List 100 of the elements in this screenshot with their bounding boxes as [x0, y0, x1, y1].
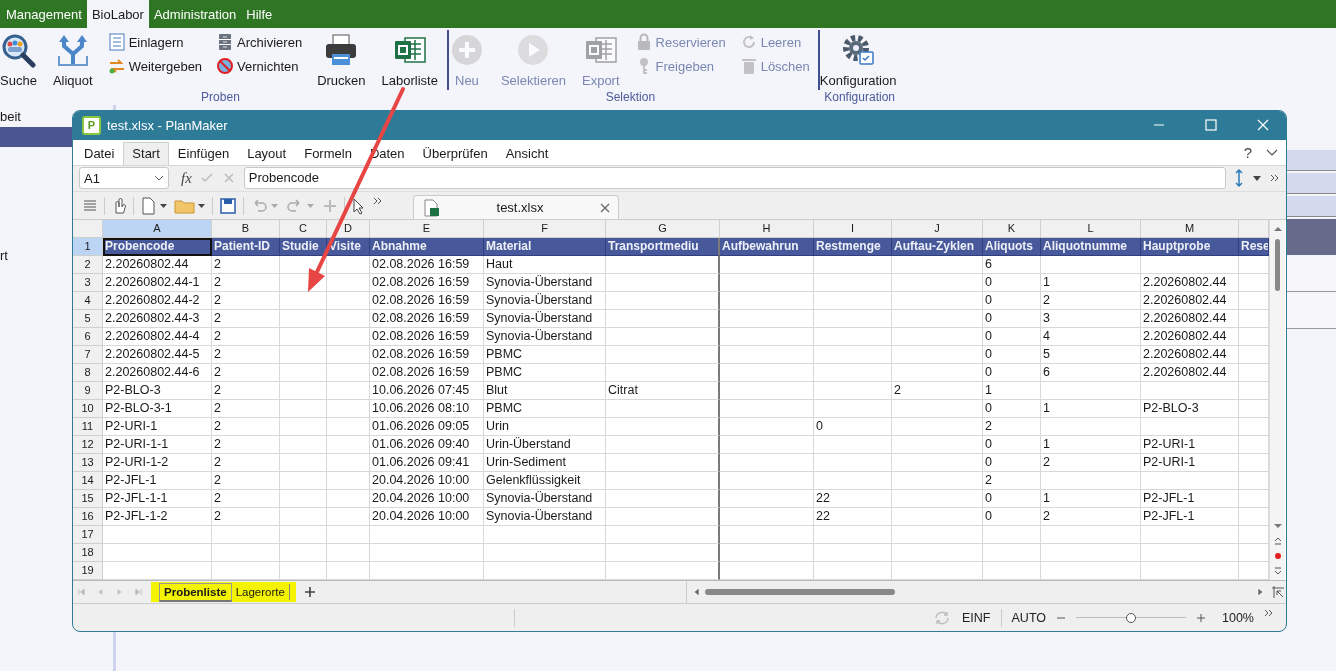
ribbon-button[interactable]: Weitergeben [105, 56, 205, 76]
row-number[interactable]: 7 [73, 346, 103, 365]
sheet-tab[interactable]: Probenliste [159, 582, 232, 602]
row-number[interactable]: 17 [73, 526, 103, 545]
ribbon-button[interactable]: Drucken [314, 30, 369, 88]
row-number[interactable]: 9 [73, 382, 103, 401]
function-button[interactable]: fx [181, 170, 192, 187]
column-title: Probencode [103, 238, 212, 257]
table-cell [327, 454, 370, 473]
new-document-icon[interactable] [140, 196, 168, 215]
row-number[interactable]: 5 [73, 310, 103, 329]
row-number[interactable]: 6 [73, 328, 103, 347]
scroll-right-icon[interactable] [1256, 588, 1264, 597]
table-cell: 20.04.2026 10:00 [370, 508, 484, 527]
table-cell: P2-URI-1-2 [103, 454, 212, 473]
row-number[interactable]: 14 [73, 472, 103, 491]
split-view-icon[interactable] [1271, 585, 1285, 600]
column-header[interactable]: J [892, 220, 983, 239]
ribbon-button[interactable]: Konfiguration [819, 30, 900, 88]
ribbon-button[interactable]: Suche [0, 30, 40, 88]
column-header[interactable]: K [983, 220, 1041, 239]
more-icon[interactable] [373, 196, 383, 207]
page-up-icon[interactable] [1272, 536, 1283, 547]
close-icon[interactable] [600, 202, 610, 213]
help-button[interactable]: ? [1243, 143, 1252, 161]
menu-tab[interactable]: Einfügen [168, 141, 239, 165]
maximize-icon[interactable] [1205, 119, 1217, 132]
table-cell: 2 [212, 346, 280, 365]
menu-tab[interactable]: Hilfe [241, 0, 278, 28]
scroll-left-icon[interactable] [692, 588, 701, 597]
zoom-in-icon[interactable] [1196, 612, 1206, 623]
row-number[interactable]: 12 [73, 436, 103, 455]
document-tab[interactable]: test.xlsx [413, 195, 619, 220]
row-number[interactable]: 15 [73, 490, 103, 509]
sidebar-item[interactable]: beit [0, 108, 72, 126]
column-header[interactable]: G [606, 220, 720, 239]
row-number[interactable]: 2 [73, 256, 103, 275]
sheet-tab[interactable]: Lagerorte [231, 584, 290, 601]
menu-tab[interactable]: Administration [148, 0, 242, 28]
table-cell: Synovia-Überstand [484, 310, 606, 329]
add-sheet-icon[interactable] [303, 586, 316, 599]
save-icon[interactable] [219, 196, 237, 215]
row-number[interactable]: 3 [73, 274, 103, 293]
row-number[interactable]: 11 [73, 418, 103, 437]
column-header[interactable]: A [103, 220, 212, 239]
menu-tab[interactable]: Datei [75, 141, 124, 165]
table-cell: 6 [983, 256, 1041, 275]
zoom-level[interactable]: 100% [1222, 610, 1254, 625]
column-header[interactable]: C [280, 220, 327, 239]
expand-arrows-icon[interactable] [1234, 168, 1244, 189]
menu-tab[interactable]: Überprüfen [413, 141, 497, 165]
table-cell: 0 [983, 454, 1041, 473]
ribbon-button[interactable]: Archivieren [214, 32, 305, 52]
ribbon-button[interactable]: Vernichten [214, 56, 305, 76]
insert-mode[interactable]: EINF [962, 610, 991, 625]
cell-reference-field[interactable]: A1 [79, 167, 169, 190]
menu-tab[interactable]: Ansicht [496, 141, 558, 165]
row-number[interactable]: 16 [73, 508, 103, 527]
menu-tab[interactable]: Management [1, 0, 87, 28]
menu-icon[interactable] [82, 197, 98, 214]
column-header[interactable]: B [212, 220, 280, 239]
column-header[interactable]: E [370, 220, 484, 239]
record-icon[interactable] [1272, 551, 1283, 562]
ribbon-button[interactable]: Laborliste [378, 30, 441, 88]
row-number[interactable]: 19 [73, 562, 103, 581]
column-header[interactable]: M [1141, 220, 1239, 239]
table-cell: 2 [212, 364, 280, 383]
column-header[interactable] [1239, 220, 1269, 239]
ribbon-button[interactable]: Einlagern [105, 32, 205, 52]
table-cell: 0 [983, 310, 1041, 329]
table-cell [280, 508, 327, 527]
row-number[interactable]: 8 [73, 364, 103, 383]
slider-thumb[interactable] [1126, 612, 1136, 623]
menu-tab[interactable]: BioLabor [86, 0, 149, 28]
row-number[interactable]: 13 [73, 454, 103, 473]
column-header[interactable]: I [814, 220, 892, 239]
menu-tab[interactable]: Start [123, 141, 169, 165]
table-cell: 01.06.2026 09:41 [370, 454, 484, 473]
search-icon [0, 32, 37, 68]
page-down-icon[interactable] [1272, 566, 1283, 577]
more-icon[interactable] [1264, 608, 1274, 619]
row-number[interactable]: 10 [73, 400, 103, 419]
scrollbar-thumb[interactable] [704, 589, 895, 596]
app-icon: P [82, 115, 101, 135]
ribbon-button[interactable]: Aliquot [49, 30, 96, 88]
row-number[interactable]: 4 [73, 292, 103, 311]
table-cell: Haut [484, 256, 606, 275]
formula-field[interactable]: Probencode [243, 167, 1226, 190]
calculation-mode[interactable]: AUTO [1011, 610, 1046, 625]
spreadsheet-file-icon [422, 198, 440, 217]
menu-tab[interactable]: Layout [238, 141, 296, 165]
menu-tab[interactable]: Formeln [295, 141, 361, 165]
column-header[interactable]: H [720, 220, 814, 239]
more-icon[interactable] [1270, 173, 1280, 184]
column-header[interactable]: F [484, 220, 606, 239]
column-header[interactable]: L [1041, 220, 1141, 239]
sidebar-item[interactable]: rt [0, 247, 72, 265]
row-number[interactable]: 18 [73, 544, 103, 563]
scrollbar-thumb[interactable] [1275, 239, 1280, 292]
row-number[interactable]: 1 [73, 238, 103, 257]
